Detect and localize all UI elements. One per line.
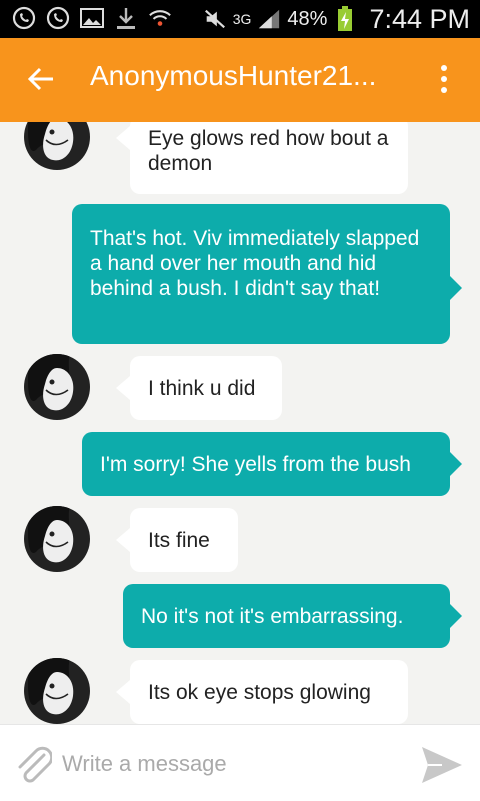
incoming-message: Its ok eye stops glowing bbox=[116, 660, 408, 724]
clock: 7:44 PM bbox=[369, 3, 470, 34]
message-text: That's hot. Viv immediately slapped a ha… bbox=[90, 227, 420, 300]
overflow-menu-icon[interactable] bbox=[432, 62, 456, 98]
battery-icon bbox=[333, 6, 357, 32]
outgoing-message: That's hot. Viv immediately slapped a ha… bbox=[72, 204, 462, 344]
wifi-icon bbox=[148, 5, 172, 31]
outgoing-message: No it's not it's embarrassing. bbox=[123, 584, 462, 648]
conversation-title[interactable]: AnonymousHunter21... bbox=[90, 60, 410, 92]
status-bar: 3G 48% 7:44 PM bbox=[0, 0, 480, 38]
mute-icon bbox=[203, 6, 227, 32]
battery-percent: 48% bbox=[287, 7, 328, 30]
message-list[interactable]: Eye glows red how bout a demon That's ho… bbox=[0, 122, 480, 724]
avatar[interactable] bbox=[24, 354, 90, 420]
image-icon bbox=[80, 5, 104, 31]
message-composer bbox=[0, 724, 480, 801]
whatsapp-icon bbox=[12, 5, 36, 31]
avatar[interactable] bbox=[24, 122, 90, 170]
message-text: Its ok eye stops glowing bbox=[148, 681, 371, 704]
signal-icon bbox=[257, 6, 281, 32]
message-text: I'm sorry! She yells from the bush bbox=[100, 453, 411, 476]
outgoing-message: I'm sorry! She yells from the bush bbox=[82, 432, 462, 496]
app-bar: AnonymousHunter21... bbox=[0, 38, 480, 122]
avatar[interactable] bbox=[24, 506, 90, 572]
message-text: Eye glows red how bout a demon bbox=[148, 127, 389, 175]
avatar[interactable] bbox=[24, 658, 90, 724]
whatsapp-icon bbox=[46, 5, 70, 31]
message-text: No it's not it's embarrassing. bbox=[141, 605, 404, 628]
incoming-message: I think u did bbox=[116, 356, 282, 420]
network-type: 3G bbox=[232, 11, 252, 27]
paperclip-icon[interactable] bbox=[14, 745, 54, 785]
incoming-message: Its fine bbox=[116, 508, 238, 572]
message-input[interactable] bbox=[60, 743, 404, 785]
incoming-message: Eye glows red how bout a demon bbox=[116, 122, 408, 194]
download-icon bbox=[114, 5, 138, 31]
arrow-left-icon[interactable] bbox=[26, 64, 56, 94]
message-text: I think u did bbox=[148, 377, 256, 400]
message-text: Its fine bbox=[148, 529, 210, 552]
send-icon[interactable] bbox=[420, 745, 464, 785]
